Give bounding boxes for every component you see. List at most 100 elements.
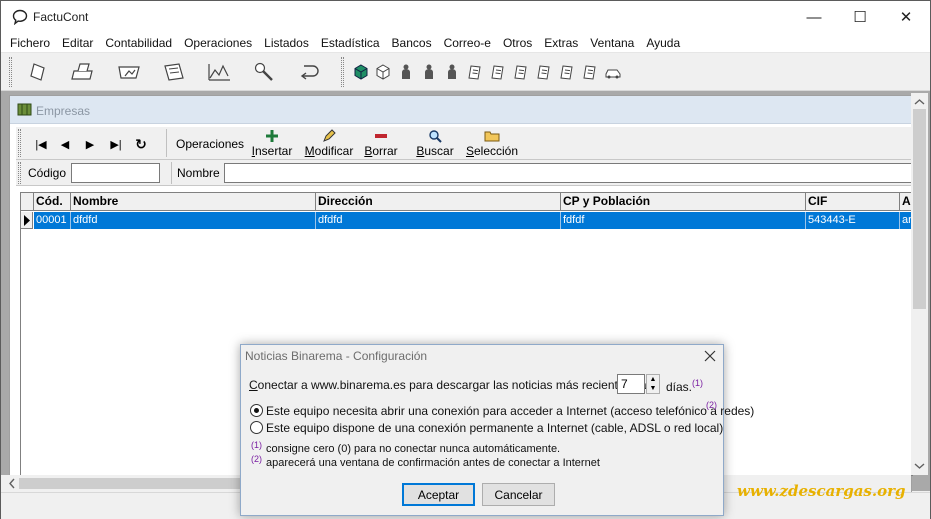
option-dialup-note-mark: (2) <box>706 400 717 410</box>
menu-editar[interactable]: Editar <box>56 33 99 53</box>
book-icon-3[interactable] <box>512 63 530 81</box>
column-header-nombre[interactable]: Nombre <box>71 193 316 211</box>
days-text: días. <box>666 380 693 394</box>
maximize-button[interactable]: ☐ <box>837 1 883 33</box>
person-icon[interactable] <box>397 63 415 81</box>
note1-mark: (1) <box>251 440 262 450</box>
window-title: FactuCont <box>33 10 89 24</box>
menu-listados[interactable]: Listados <box>258 33 315 53</box>
pencil-icon <box>323 129 336 142</box>
person-icon-2[interactable] <box>420 63 438 81</box>
menu-correo[interactable]: Correo-e <box>438 33 497 53</box>
menu-ventana[interactable]: Ventana <box>584 33 640 53</box>
table-cell[interactable]: 00001 <box>34 212 71 229</box>
last-record-button[interactable]: ▶| <box>105 135 127 153</box>
refresh-button[interactable]: ↻ <box>130 135 152 153</box>
tools-icon[interactable] <box>248 59 280 85</box>
option-dialup-radio[interactable] <box>250 404 263 417</box>
filter-grip[interactable] <box>18 162 21 184</box>
menu-bancos[interactable]: Bancos <box>386 33 438 53</box>
menu-fichero[interactable]: Fichero <box>4 33 56 53</box>
operaciones-label: Operaciones <box>176 137 245 151</box>
option-permanent-radio[interactable] <box>250 421 263 434</box>
scroll-down-icon[interactable] <box>911 459 928 473</box>
table-cell[interactable]: fdfdf <box>561 212 806 229</box>
book-icon-5[interactable] <box>558 63 576 81</box>
seleccion-button[interactable]: Selección <box>466 129 518 159</box>
column-header-cif[interactable]: CIF <box>806 193 900 211</box>
codigo-label: Código <box>28 166 67 180</box>
buscar-button[interactable]: Buscar <box>416 129 454 159</box>
modificar-button[interactable]: Modificar <box>305 129 353 159</box>
prev-record-button[interactable]: ◀ <box>54 135 76 153</box>
nombre-input[interactable] <box>224 163 912 183</box>
spin-up-icon[interactable]: ▲ <box>647 375 659 384</box>
toolbar-grip-2[interactable] <box>341 57 344 87</box>
option-dialup-label[interactable]: Este equipo necesita abrir una conexión … <box>266 404 754 418</box>
grid-corner <box>21 193 34 211</box>
connect-label: Conectar a www.binarema.es para descarga… <box>249 378 660 392</box>
aceptar-button[interactable]: Aceptar <box>402 483 475 506</box>
days-spinner[interactable]: ▲ ▼ <box>646 374 660 394</box>
table-cell[interactable]: dfdfd <box>316 212 561 229</box>
dialog-close-icon[interactable] <box>701 347 719 365</box>
days-input[interactable]: 7 <box>617 374 645 394</box>
book-icon-4[interactable] <box>535 63 553 81</box>
next-record-button[interactable]: ▶ <box>79 135 101 153</box>
menu-estadistica[interactable]: Estadística <box>315 33 386 53</box>
option-permanent-label[interactable]: Este equipo dispone de una conexión perm… <box>266 421 723 435</box>
first-record-button[interactable]: |◀ <box>30 135 52 153</box>
main-toolbar <box>1 53 930 91</box>
empresas-title-bar: Empresas <box>10 96 911 124</box>
cube-icon[interactable] <box>374 63 392 81</box>
cancelar-button[interactable]: Cancelar <box>482 483 555 506</box>
cube-green-icon[interactable] <box>352 63 370 81</box>
close-button[interactable]: ✕ <box>883 1 929 33</box>
book-icon-2[interactable] <box>489 63 507 81</box>
magnifier-icon <box>429 130 442 143</box>
menu-extras[interactable]: Extras <box>538 33 584 53</box>
menu-operaciones[interactable]: Operaciones <box>178 33 258 53</box>
insertar-button[interactable]: Insertar <box>252 129 292 159</box>
column-header-cod[interactable]: Cód. <box>34 193 71 211</box>
column-header-direccion[interactable]: Dirección <box>316 193 561 211</box>
nav-grip[interactable] <box>18 129 21 157</box>
codigo-input[interactable] <box>71 163 160 183</box>
dialog-title: Noticias Binarema - Configuración <box>245 349 428 363</box>
plus-icon <box>266 130 278 142</box>
printer-icon[interactable] <box>67 59 99 85</box>
menu-contabilidad[interactable]: Contabilidad <box>99 33 178 53</box>
navigation-toolbar: |◀ ◀ ▶ ▶| ↻ Operaciones Insertar Modific… <box>16 126 912 160</box>
new-document-icon[interactable] <box>23 59 55 85</box>
person-icon-3[interactable] <box>443 63 461 81</box>
car-icon[interactable] <box>604 63 622 81</box>
table-cell[interactable]: 543443-E <box>806 212 900 229</box>
filter-row: Código Nombre <box>16 160 912 186</box>
book-icon-6[interactable] <box>581 63 599 81</box>
toolbar-grip[interactable] <box>9 57 12 87</box>
note2-mark: (2) <box>251 454 262 464</box>
current-row-arrow-icon <box>24 215 30 226</box>
book-icon[interactable] <box>466 63 484 81</box>
borrar-button[interactable]: Borrar <box>364 129 398 159</box>
undo-icon[interactable] <box>293 59 325 85</box>
table-cell[interactable]: dfdfd <box>71 212 316 229</box>
vertical-scroll-thumb[interactable] <box>913 109 926 309</box>
minus-icon <box>375 134 387 138</box>
export-icon[interactable] <box>113 59 145 85</box>
borrar-label: orrar <box>372 144 398 158</box>
buscar-label: uscar <box>424 144 454 158</box>
menu-ayuda[interactable]: Ayuda <box>640 33 686 53</box>
scroll-left-icon[interactable] <box>5 475 19 492</box>
cards-icon[interactable] <box>158 59 190 85</box>
noticias-config-dialog: Noticias Binarema - Configuración Conect… <box>240 344 754 516</box>
app-window: FactuCont — ☐ ✕ Fichero Editar Contabili… <box>0 0 931 519</box>
menu-otros[interactable]: Otros <box>497 33 538 53</box>
minimize-button[interactable]: — <box>791 1 837 33</box>
menu-bar: Fichero Editar Contabilidad Operaciones … <box>1 33 930 53</box>
chart-icon[interactable] <box>203 59 235 85</box>
column-header-cp-poblacion[interactable]: CP y Población <box>561 193 806 211</box>
spin-down-icon[interactable]: ▼ <box>647 384 659 393</box>
note1-text: consigne cero (0) para no conectar nunca… <box>266 443 561 455</box>
scroll-up-icon[interactable] <box>911 95 928 109</box>
